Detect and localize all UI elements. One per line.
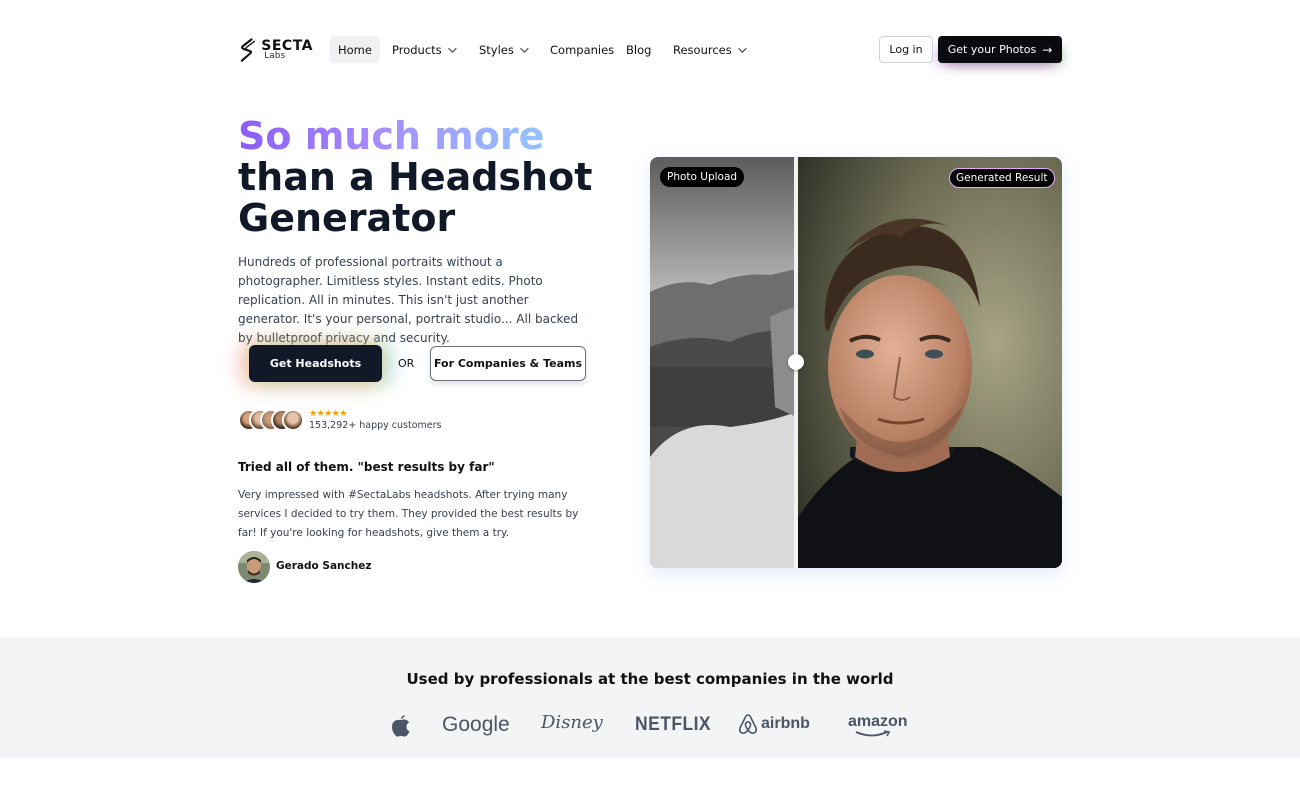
nav-products[interactable]: Products <box>392 36 457 63</box>
chevron-down-icon <box>447 43 457 53</box>
arrow-right-icon: → <box>1042 42 1053 57</box>
amazon-logo: amazon <box>848 713 908 730</box>
netflix-logo: NETFLIX <box>635 714 712 735</box>
testimonial-avatar <box>238 551 270 583</box>
nav-resources-label: Resources <box>673 42 732 57</box>
apple-logo-icon <box>392 715 410 737</box>
companies-teams-label: For Companies & Teams <box>433 357 583 370</box>
top-navbar: SECTA Labs Home Products Styles Companie… <box>0 0 1300 100</box>
companies-strip <box>0 637 1300 758</box>
disney-logo: Disney <box>541 712 603 733</box>
testimonial-author: Gerado Sanchez <box>276 560 372 572</box>
generated-result-badge: Generated Result <box>949 168 1055 188</box>
photo-upload-badge: Photo Upload <box>660 167 745 187</box>
customer-avatars <box>238 409 308 431</box>
headline-line-3: Generator <box>238 196 456 240</box>
nav-home[interactable]: Home <box>330 36 380 63</box>
get-photos-button[interactable]: Get your Photos → <box>938 36 1062 63</box>
nav-products-label: Products <box>392 42 442 57</box>
login-button[interactable]: Log in <box>879 36 933 63</box>
nav-resources[interactable]: Resources <box>673 36 747 63</box>
testimonial-title: Tried all of them. "best results by far" <box>238 460 495 474</box>
get-photos-label: Get your Photos <box>947 43 1037 56</box>
headline-line-2: than a Headshot <box>238 155 593 199</box>
rating-stars: ★★★★★ <box>309 409 347 419</box>
amazon-smile-icon <box>855 730 891 737</box>
airbnb-icon <box>738 714 758 734</box>
nav-styles-label: Styles <box>479 42 514 57</box>
airbnb-logo: airbnb <box>738 713 810 735</box>
secta-logo-icon <box>240 38 256 62</box>
before-after-compare[interactable] <box>650 157 1062 568</box>
companies-teams-button[interactable]: For Companies & Teams <box>430 346 586 381</box>
nav-companies-label: Companies <box>550 42 615 57</box>
compare-image <box>650 157 1062 568</box>
get-headshots-button[interactable]: Get Headshots <box>249 345 382 382</box>
secta-labs-logo[interactable]: SECTA Labs <box>238 36 313 64</box>
or-separator: OR <box>398 357 415 370</box>
login-button-label: Log in <box>889 43 923 56</box>
nav-companies[interactable]: Companies <box>550 36 614 63</box>
testimonial-body: Very impressed with #SectaLabs headshots… <box>238 489 579 539</box>
chevron-down-icon <box>737 43 747 53</box>
avatar <box>282 409 304 431</box>
nav-styles[interactable]: Styles <box>479 36 529 63</box>
google-logo: Google <box>442 713 510 736</box>
airbnb-wordmark: airbnb <box>761 715 810 732</box>
nav-home-label: Home <box>338 42 372 57</box>
get-headshots-label: Get Headshots <box>269 357 362 370</box>
compare-slider-handle[interactable] <box>788 354 804 370</box>
chevron-down-icon <box>520 43 529 53</box>
nav-blog-label: Blog <box>626 42 652 57</box>
companies-title: Used by professionals at the best compan… <box>406 670 894 688</box>
headline-gradient: So much more <box>238 114 545 158</box>
customer-count: 153,292+ happy customers <box>309 420 442 431</box>
nav-blog[interactable]: Blog <box>626 36 651 63</box>
hero-description: Hundreds of professional portraits witho… <box>238 255 579 345</box>
